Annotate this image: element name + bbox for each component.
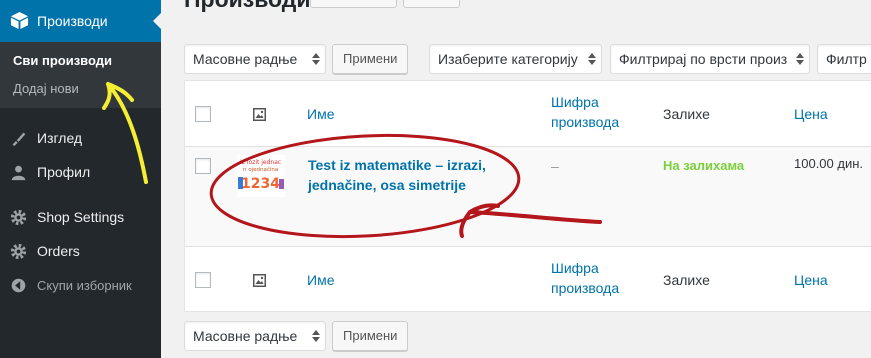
sidebar-item-label: Производи [37,13,108,29]
table-footer: Име Шифра производа Залихе Цена [185,246,871,312]
column-sku-header[interactable]: Шифра производа [551,92,641,132]
image-icon [253,108,266,121]
category-filter-select[interactable]: Изаберите категорију [429,44,602,74]
products-table: Име Шифра производа Залихе Цена Iz lozit… [184,80,871,312]
column-price-header[interactable]: Цена [794,104,828,124]
product-price: 100.00 дин. [794,156,864,171]
gear-icon [10,209,27,226]
select-caret-icon [796,53,804,65]
admin-sidebar: Производи Сви производи Додај нови Изгле… [0,0,161,358]
products-submenu: Сви производи Додај нови [0,42,161,108]
apply-button[interactable]: Примени [332,44,409,74]
thumb-text-line2: n ojednačina [243,166,278,173]
select-caret-icon [312,53,320,65]
select-all-checkbox[interactable] [195,106,211,122]
sidebar-item-label: Скупи изборник [37,278,132,293]
column-stock-footer: Залихе [663,272,710,288]
stock-filter-select[interactable]: Филтр [817,44,871,74]
table-row: Iz lozit jednac n ojednačina 1234 Test i… [185,147,871,246]
category-filter-value: Изаберите категорију [438,51,578,67]
bulk-actions-value: Масовне радње [193,328,298,344]
add-product-button[interactable] [310,0,397,8]
column-stock-header: Залихе [663,106,710,122]
column-name-footer[interactable]: Име [307,270,334,290]
select-caret-icon [588,53,596,65]
submenu-all-products[interactable]: Сви производи [13,53,112,68]
product-stock-status: На залихама [663,158,745,173]
product-type-filter-select[interactable]: Филтрирај по врсти произ [610,44,810,74]
sidebar-item-label: Orders [37,243,80,259]
thumb-numbers: 1234 [241,176,280,192]
sidebar-item-profile[interactable]: Профил [0,155,161,189]
sidebar-item-orders[interactable]: Orders [0,234,161,268]
column-sku-footer[interactable]: Шифра производа [551,258,641,298]
main-content: Производи Масовне радње Примени Изаберит… [161,0,871,358]
sidebar-item-label: Профил [37,164,91,180]
product-name-link[interactable]: Test iz matematike – izrazi, jednačine, … [308,155,528,195]
page-title: Производи [184,0,311,13]
user-icon [11,165,26,181]
submenu-add-new[interactable]: Додај нови [13,81,79,96]
sidebar-item-label: Изглед [37,130,83,146]
sidebar-item-label: Shop Settings [37,209,125,225]
bulk-actions-select[interactable]: Масовне радње [184,44,326,74]
sidebar-collapse-menu[interactable]: Скупи изборник [0,268,161,302]
sidebar-item-shop-settings[interactable]: Shop Settings [0,200,161,234]
select-all-checkbox-footer[interactable] [195,272,211,288]
gear-icon [10,243,27,260]
box-icon [10,11,29,30]
table-header: Име Шифра производа Залихе Цена [185,81,871,147]
sidebar-item-products[interactable]: Производи [0,0,161,42]
sidebar-item-appearance[interactable]: Изглед [0,121,161,155]
stock-filter-value: Филтр [826,51,867,67]
select-caret-icon [312,330,320,342]
row-checkbox[interactable] [195,158,211,174]
apply-button-bottom[interactable]: Примени [332,321,409,351]
bulk-actions-select-bottom[interactable]: Масовне радње [184,321,326,351]
product-sku: – [551,158,559,174]
product-type-filter-value: Филтрирај по врсти произ [619,51,788,67]
paintbrush-icon [12,132,26,147]
column-price-footer[interactable]: Цена [794,270,828,290]
image-icon [253,274,266,287]
collapse-icon [11,278,26,293]
product-thumbnail[interactable]: Iz lozit jednac n ojednačina 1234 [237,155,285,197]
thumb-text-line1: Iz lozit jednac [240,159,281,166]
bulk-actions-value: Масовне радње [193,51,298,67]
column-name-header[interactable]: Име [307,104,334,124]
import-button[interactable] [403,0,460,8]
current-menu-arrow [153,13,161,29]
